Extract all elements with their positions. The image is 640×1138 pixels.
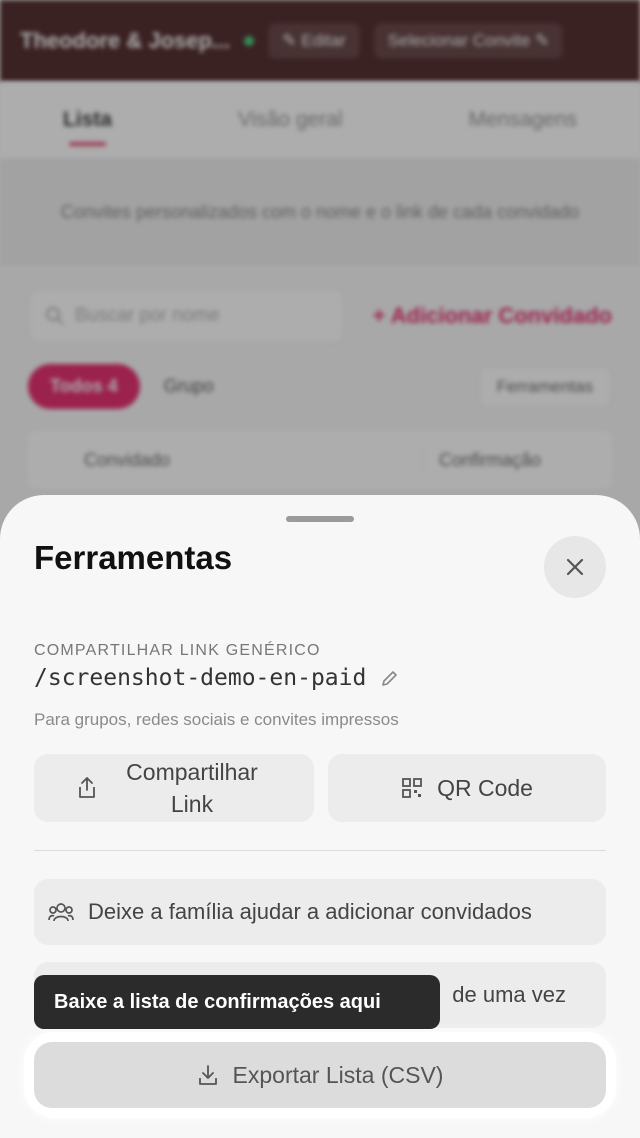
family-help-button[interactable]: Deixe a família ajudar a adicionar convi… (34, 879, 606, 945)
qr-code-button[interactable]: QR Code (328, 754, 606, 822)
export-csv-button[interactable]: Exportar Lista (CSV) (34, 1042, 606, 1108)
share-link-label: Compartilhar Link (126, 758, 258, 817)
export-csv-label: Exportar Lista (CSV) (232, 1061, 444, 1088)
share-icon (79, 777, 95, 798)
bulk-add-label: de uma vez (452, 982, 566, 1007)
link-hint: Para grupos, redes sociais e convites im… (34, 710, 399, 729)
generic-link[interactable]: /screenshot-demo-en-paid (34, 665, 366, 691)
pencil-icon[interactable] (380, 668, 400, 688)
close-icon (566, 558, 584, 576)
qr-code-icon (402, 778, 422, 798)
tooltip: Baixe a lista de confirmações aqui (34, 975, 440, 1029)
download-icon (198, 1065, 217, 1085)
share-link-button[interactable]: Compartilhar Link (34, 754, 314, 822)
section-label: COMPARTILHAR LINK GENÉRICO (34, 642, 321, 659)
sheet-title: Ferramentas (34, 539, 233, 576)
close-button[interactable] (544, 536, 606, 598)
family-help-label: Deixe a família ajudar a adicionar convi… (88, 899, 532, 924)
divider (34, 850, 606, 851)
people-icon (48, 903, 74, 922)
drag-handle[interactable] (286, 516, 354, 522)
generic-link-row: /screenshot-demo-en-paid (34, 665, 400, 691)
qr-code-label: QR Code (437, 774, 533, 801)
tools-sheet: Ferramentas COMPARTILHAR LINK GENÉRICO /… (0, 495, 640, 1138)
